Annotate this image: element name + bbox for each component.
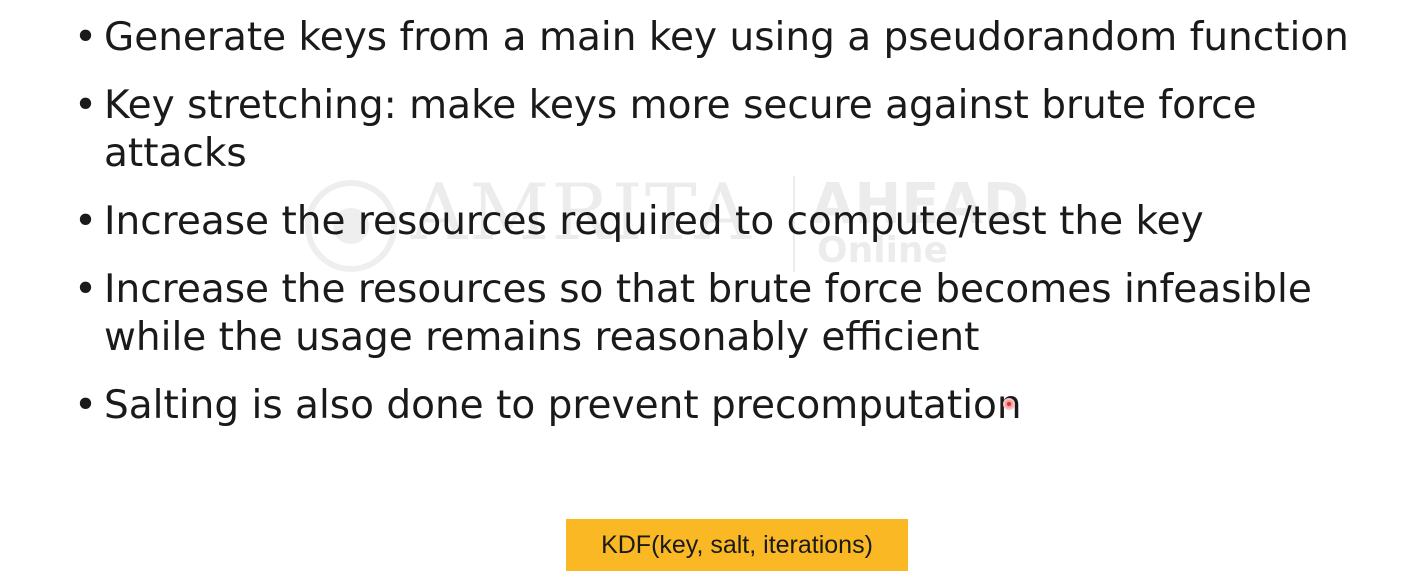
bullet-list: • Generate keys from a main key using a … [72,14,1402,450]
bullet-dot-icon: • [74,83,98,128]
bullet-text: Generate keys from a main key using a ps… [104,15,1349,60]
bullet-text: Salting is also done to prevent precompu… [104,383,1022,428]
bullet-item: • Generate keys from a main key using a … [72,14,1402,62]
kdf-label: KDF(key, salt, iterations) [601,530,873,559]
pointer-cursor-icon [1003,398,1015,410]
bullet-dot-icon: • [74,383,98,428]
bullet-dot-icon: • [74,199,98,244]
bullet-dot-icon: • [74,267,98,312]
bullet-item: • Salting is also done to prevent precom… [72,382,1402,430]
slide: AMRITA AHEAD Online • Generate keys from… [0,0,1415,581]
bullet-text: Key stretching: make keys more secure ag… [104,83,1257,176]
bullet-dot-icon: • [74,15,98,60]
bullet-item: • Increase the resources so that brute f… [72,266,1402,362]
bullet-item: • Increase the resources required to com… [72,198,1402,246]
bullet-item: • Key stretching: make keys more secure … [72,82,1402,178]
bullet-text: Increase the resources so that brute for… [104,267,1312,360]
kdf-formula-box: KDF(key, salt, iterations) [566,519,908,571]
bullet-text: Increase the resources required to compu… [104,199,1204,244]
